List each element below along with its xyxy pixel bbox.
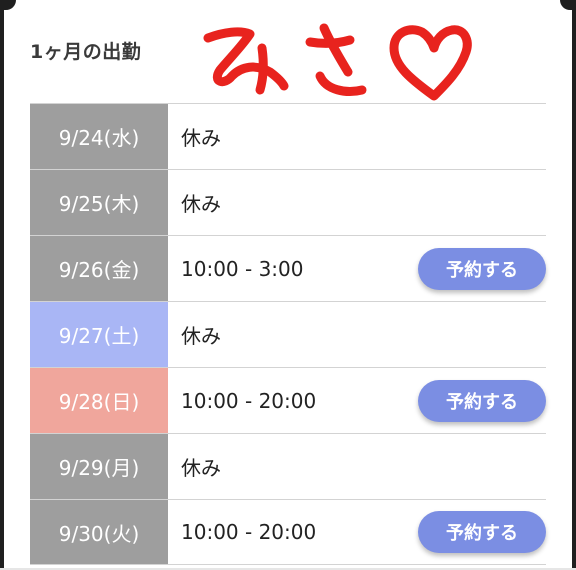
shift-cell: 10:00 - 20:00 予約する — [168, 500, 546, 564]
shift-text: 休み — [181, 456, 221, 480]
schedule-row: 9/28(日) 10:00 - 20:00 予約する — [30, 367, 546, 433]
shift-text: 休み — [181, 192, 221, 216]
handwritten-signature — [203, 23, 472, 101]
date-cell: 9/30(火) — [30, 500, 168, 564]
shift-cell: 休み — [168, 434, 546, 499]
device-frame-corner — [560, 0, 576, 10]
schedule-row: 9/30(火) 10:00 - 20:00 予約する — [30, 499, 546, 565]
shift-text: 休み — [181, 324, 221, 348]
schedule-table: 9/24(水) 休み 9/25(木) 休み 9/26(金) 10:00 - 3:… — [30, 103, 546, 565]
device-frame-left — [0, 0, 4, 570]
shift-text: 休み — [181, 126, 221, 150]
reserve-button[interactable]: 予約する — [418, 247, 546, 290]
date-cell: 9/26(金) — [30, 236, 168, 301]
reserve-button[interactable]: 予約する — [418, 511, 546, 553]
date-cell: 9/25(木) — [30, 170, 168, 235]
page: 1ヶ月の出勤 9/24(水) 休み 9/25(木) 休み 9/26(金) 10:… — [0, 0, 576, 570]
shift-cell: 休み — [168, 302, 546, 367]
schedule-row: 9/29(月) 休み — [30, 433, 546, 499]
date-cell: 9/29(月) — [30, 434, 168, 499]
shift-cell: 10:00 - 20:00 予約する — [168, 368, 546, 433]
schedule-row: 9/25(木) 休み — [30, 169, 546, 235]
shift-cell: 休み — [168, 170, 546, 235]
shift-text: 10:00 - 20:00 — [181, 388, 317, 413]
shift-text: 10:00 - 20:00 — [181, 520, 317, 544]
date-cell-saturday: 9/27(土) — [30, 302, 168, 367]
shift-cell: 休み — [168, 104, 546, 169]
date-cell: 9/24(水) — [30, 104, 168, 169]
shift-cell: 10:00 - 3:00 予約する — [168, 236, 546, 301]
schedule-row: 9/26(金) 10:00 - 3:00 予約する — [30, 235, 546, 301]
device-frame-right — [572, 0, 576, 570]
schedule-row: 9/24(水) 休み — [30, 103, 546, 169]
schedule-row: 9/27(土) 休み — [30, 301, 546, 367]
device-frame-corner — [0, 0, 16, 10]
date-cell-sunday: 9/28(日) — [30, 368, 168, 433]
reserve-button[interactable]: 予約する — [418, 379, 546, 422]
shift-text: 10:00 - 3:00 — [181, 256, 304, 281]
page-title: 1ヶ月の出勤 — [30, 41, 142, 63]
